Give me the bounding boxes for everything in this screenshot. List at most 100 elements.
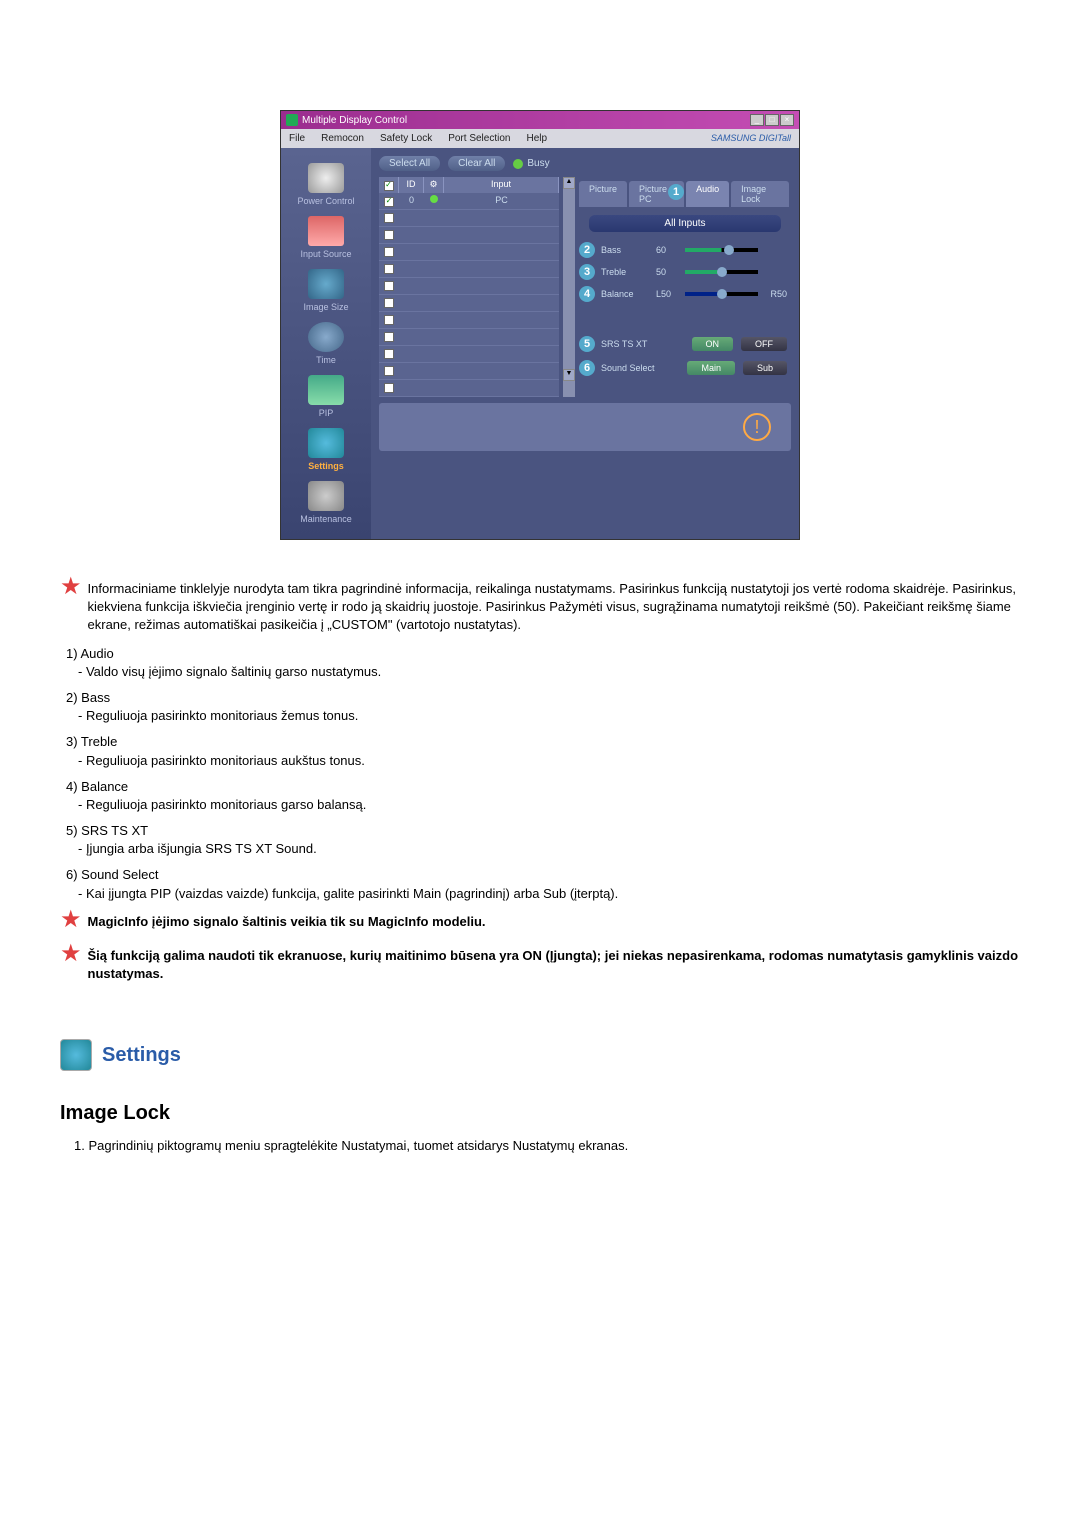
row-checkbox[interactable] [384,315,394,325]
star-icon: ★ [60,947,82,989]
sound-main-button[interactable]: Main [687,361,735,375]
col-input: Input [444,177,559,193]
item-list: 1) Audio- Valdo visų įėjimo signalo šalt… [66,645,1020,903]
note-1: MagicInfo įėjimo signalo šaltinis veikia… [88,913,1020,931]
power-icon [308,163,344,193]
row-checkbox[interactable] [384,264,394,274]
table-row[interactable] [379,244,559,261]
all-inputs-button[interactable]: All Inputs [589,215,781,232]
sidebar-item-input[interactable]: Input Source [281,211,371,264]
table-row[interactable] [379,363,559,380]
bass-slider[interactable] [685,248,758,252]
footer-panel: ! [379,403,791,451]
sidebar-item-settings[interactable]: Settings [281,423,371,476]
row-checkbox[interactable] [384,230,394,240]
scrollbar[interactable]: ▲ ▼ [563,177,575,397]
subsection-title: Image Lock [60,1099,1020,1127]
srs-on-button[interactable]: ON [692,337,734,351]
info-icon: ! [743,413,771,441]
brand-label: SAMSUNG DIGITall [703,131,799,146]
busy-dot-icon [513,159,523,169]
settings-icon [308,428,344,458]
col-status: ⚙ [424,177,444,193]
control-balance: 4 Balance L50 R50 [579,286,787,302]
row-checkbox[interactable] [384,366,394,376]
sidebar-item-pip[interactable]: PIP [281,370,371,423]
minimize-button[interactable]: _ [750,114,764,126]
row-checkbox[interactable] [384,332,394,342]
star-icon: ★ [60,580,82,635]
table-row[interactable] [379,346,559,363]
scroll-down-icon[interactable]: ▼ [563,369,575,381]
menu-file[interactable]: File [281,131,313,146]
tab-audio[interactable]: 1 Audio [686,181,729,207]
maximize-button[interactable]: □ [765,114,779,126]
table-row[interactable] [379,261,559,278]
sound-sub-button[interactable]: Sub [743,361,787,375]
srs-off-button[interactable]: OFF [741,337,787,351]
tab-imagelock[interactable]: Image Lock [731,181,789,207]
tab-picture[interactable]: Picture [579,181,627,207]
table-row[interactable] [379,329,559,346]
callout-5: 5 [579,336,595,352]
col-check [379,177,399,193]
table-row[interactable]: 0 PC [379,193,559,210]
sidebar: Power Control Input Source Image Size Ti… [281,148,371,539]
table-row[interactable] [379,210,559,227]
busy-indicator: Busy [513,158,549,169]
select-all-button[interactable]: Select All [379,156,440,171]
note-2: Šią funkciją galima naudoti tik ekranuos… [88,947,1020,983]
star-icon: ★ [60,913,82,937]
sidebar-item-imagesize[interactable]: Image Size [281,264,371,317]
section-title: Settings [102,1041,181,1069]
table-row[interactable] [379,380,559,397]
control-treble: 3 Treble 50 [579,264,787,280]
row-checkbox[interactable] [384,298,394,308]
close-button[interactable]: × [780,114,794,126]
control-srs: 5 SRS TS XT ON OFF [579,336,787,352]
time-icon [308,322,344,352]
maintenance-icon [308,481,344,511]
balance-slider[interactable] [685,292,758,296]
intro-text: Informaciniame tinklelyje nurodyta tam t… [88,580,1020,635]
table-row[interactable] [379,278,559,295]
input-icon [308,216,344,246]
callout-2: 2 [579,242,595,258]
row-checkbox[interactable] [384,197,394,207]
menu-safetylock[interactable]: Safety Lock [372,131,440,146]
row-checkbox[interactable] [384,383,394,393]
table-row[interactable] [379,295,559,312]
callout-3: 3 [579,264,595,280]
menu-help[interactable]: Help [518,131,555,146]
header-checkbox[interactable] [384,181,394,191]
treble-slider[interactable] [685,270,758,274]
app-icon [286,114,298,126]
callout-1: 1 [668,184,684,200]
clear-all-button[interactable]: Clear All [448,156,505,171]
callout-4: 4 [579,286,595,302]
imagesize-icon [308,269,344,299]
callout-6: 6 [579,360,595,376]
col-id: ID [399,177,424,193]
menubar: File Remocon Safety Lock Port Selection … [281,129,799,148]
scroll-up-icon[interactable]: ▲ [563,177,575,189]
row-checkbox[interactable] [384,213,394,223]
sidebar-item-power[interactable]: Power Control [281,158,371,211]
sidebar-item-time[interactable]: Time [281,317,371,370]
table-row[interactable] [379,312,559,329]
window-titlebar: Multiple Display Control _ □ × [281,111,799,129]
menu-remocon[interactable]: Remocon [313,131,372,146]
control-bass: 2 Bass 60 [579,242,787,258]
row-checkbox[interactable] [384,281,394,291]
app-screenshot: Multiple Display Control _ □ × File Remo… [280,110,800,540]
table-row[interactable] [379,227,559,244]
sidebar-item-maintenance[interactable]: Maintenance [281,476,371,529]
menu-portselection[interactable]: Port Selection [440,131,518,146]
pip-icon [308,375,344,405]
settings-icon [60,1039,92,1071]
row-checkbox[interactable] [384,247,394,257]
window-title: Multiple Display Control [302,115,407,126]
step-1: 1. Pagrindinių piktogramų meniu spragtel… [74,1137,1020,1155]
status-dot-icon [430,195,438,203]
row-checkbox[interactable] [384,349,394,359]
